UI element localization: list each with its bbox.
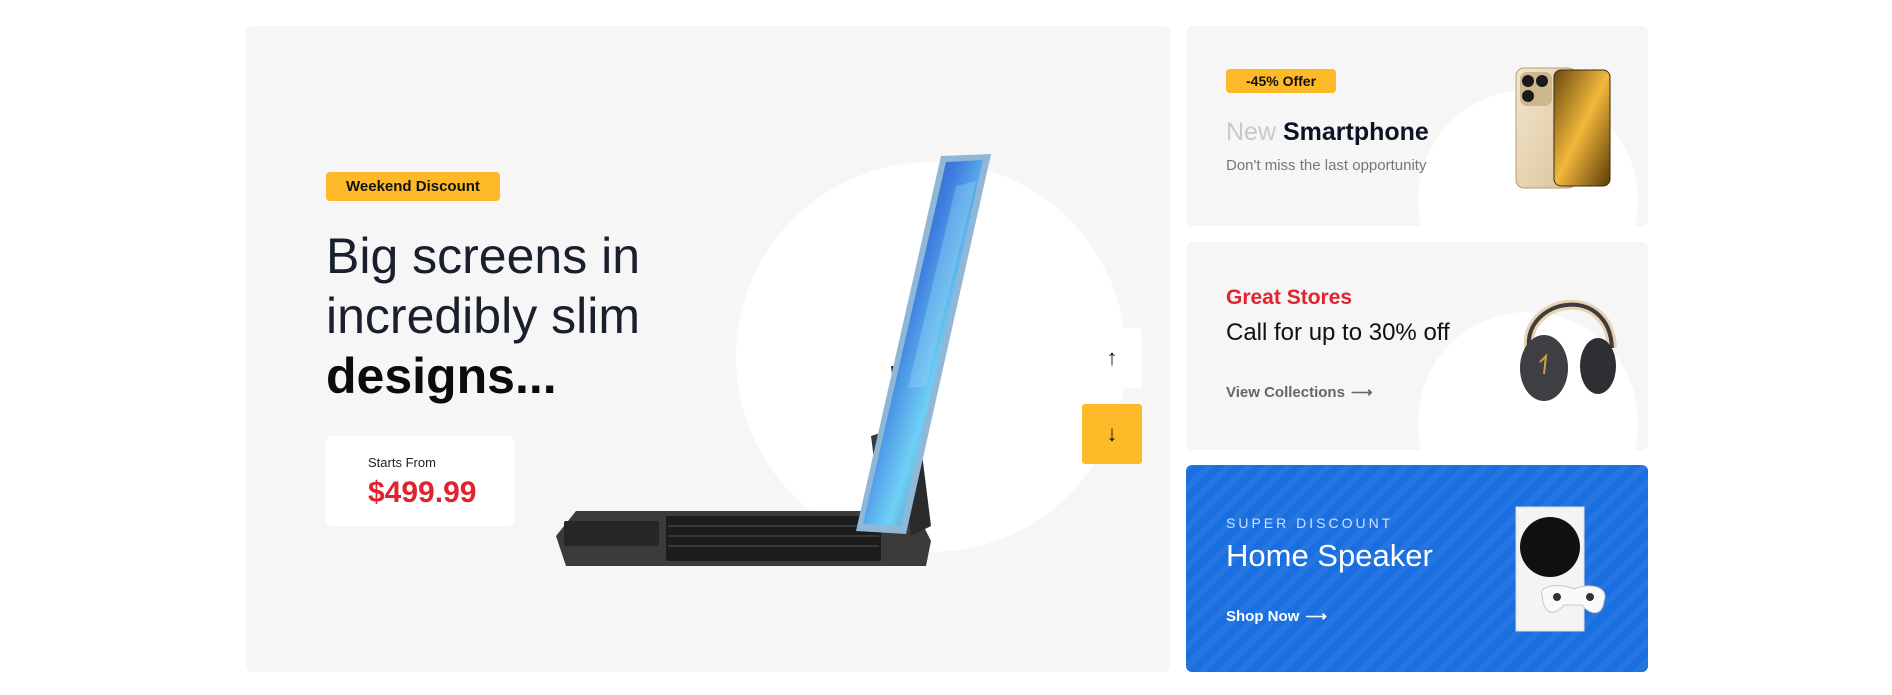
speaker-title: Home Speaker xyxy=(1226,538,1433,573)
hero-banner: Weekend Discount Big screens in incredib… xyxy=(246,26,1170,672)
weekend-discount-badge: Weekend Discount xyxy=(326,172,500,201)
great-stores-label: Great Stores xyxy=(1226,286,1353,309)
view-collections-link[interactable]: View Collections ⟶ xyxy=(1226,383,1372,401)
shop-now-label: Shop Now xyxy=(1226,608,1300,625)
arrow-right-icon: ⟶ xyxy=(1350,384,1373,401)
shop-now-link[interactable]: Shop Now ⟶ xyxy=(1226,607,1327,625)
slider-next-button[interactable]: ↓ xyxy=(1082,404,1142,464)
arrow-down-icon: ↓ xyxy=(1106,421,1118,446)
title-light: New xyxy=(1226,118,1277,146)
view-collections-label: View Collections xyxy=(1226,384,1345,401)
smartphone-title: New Smartphone xyxy=(1226,118,1429,147)
speaker-promo-card[interactable]: SUPER DISCOUNT Home Speaker Shop Now ⟶ xyxy=(1186,465,1648,672)
game-console-image xyxy=(1515,506,1606,632)
offer-badge: -45% Offer xyxy=(1226,69,1337,93)
price-label: Starts From xyxy=(368,455,436,470)
super-discount-label: SUPER DISCOUNT xyxy=(1226,515,1394,531)
stores-promo-card[interactable]: Great Stores Call for up to 30% off View… xyxy=(1186,242,1648,450)
price-value: $499.99 xyxy=(368,476,477,509)
arrow-right-icon: ⟶ xyxy=(1305,608,1327,625)
stores-title: Call for up to 30% off xyxy=(1226,319,1450,346)
slider-prev-button[interactable]: ↑ xyxy=(1082,328,1142,388)
price-box: Starts From $499.99 xyxy=(326,436,514,526)
headphones-image xyxy=(1520,299,1617,401)
title-strong: Smartphone xyxy=(1282,118,1429,146)
arrow-up-icon: ↑ xyxy=(1106,345,1118,370)
iphone-image xyxy=(1515,67,1611,189)
tablet-keyboard-image xyxy=(556,154,991,566)
smartphone-promo-card[interactable]: -45% Offer New Smartphone Don't miss the… xyxy=(1186,26,1648,226)
smartphone-subtitle: Don't miss the last opportunity xyxy=(1226,157,1427,174)
